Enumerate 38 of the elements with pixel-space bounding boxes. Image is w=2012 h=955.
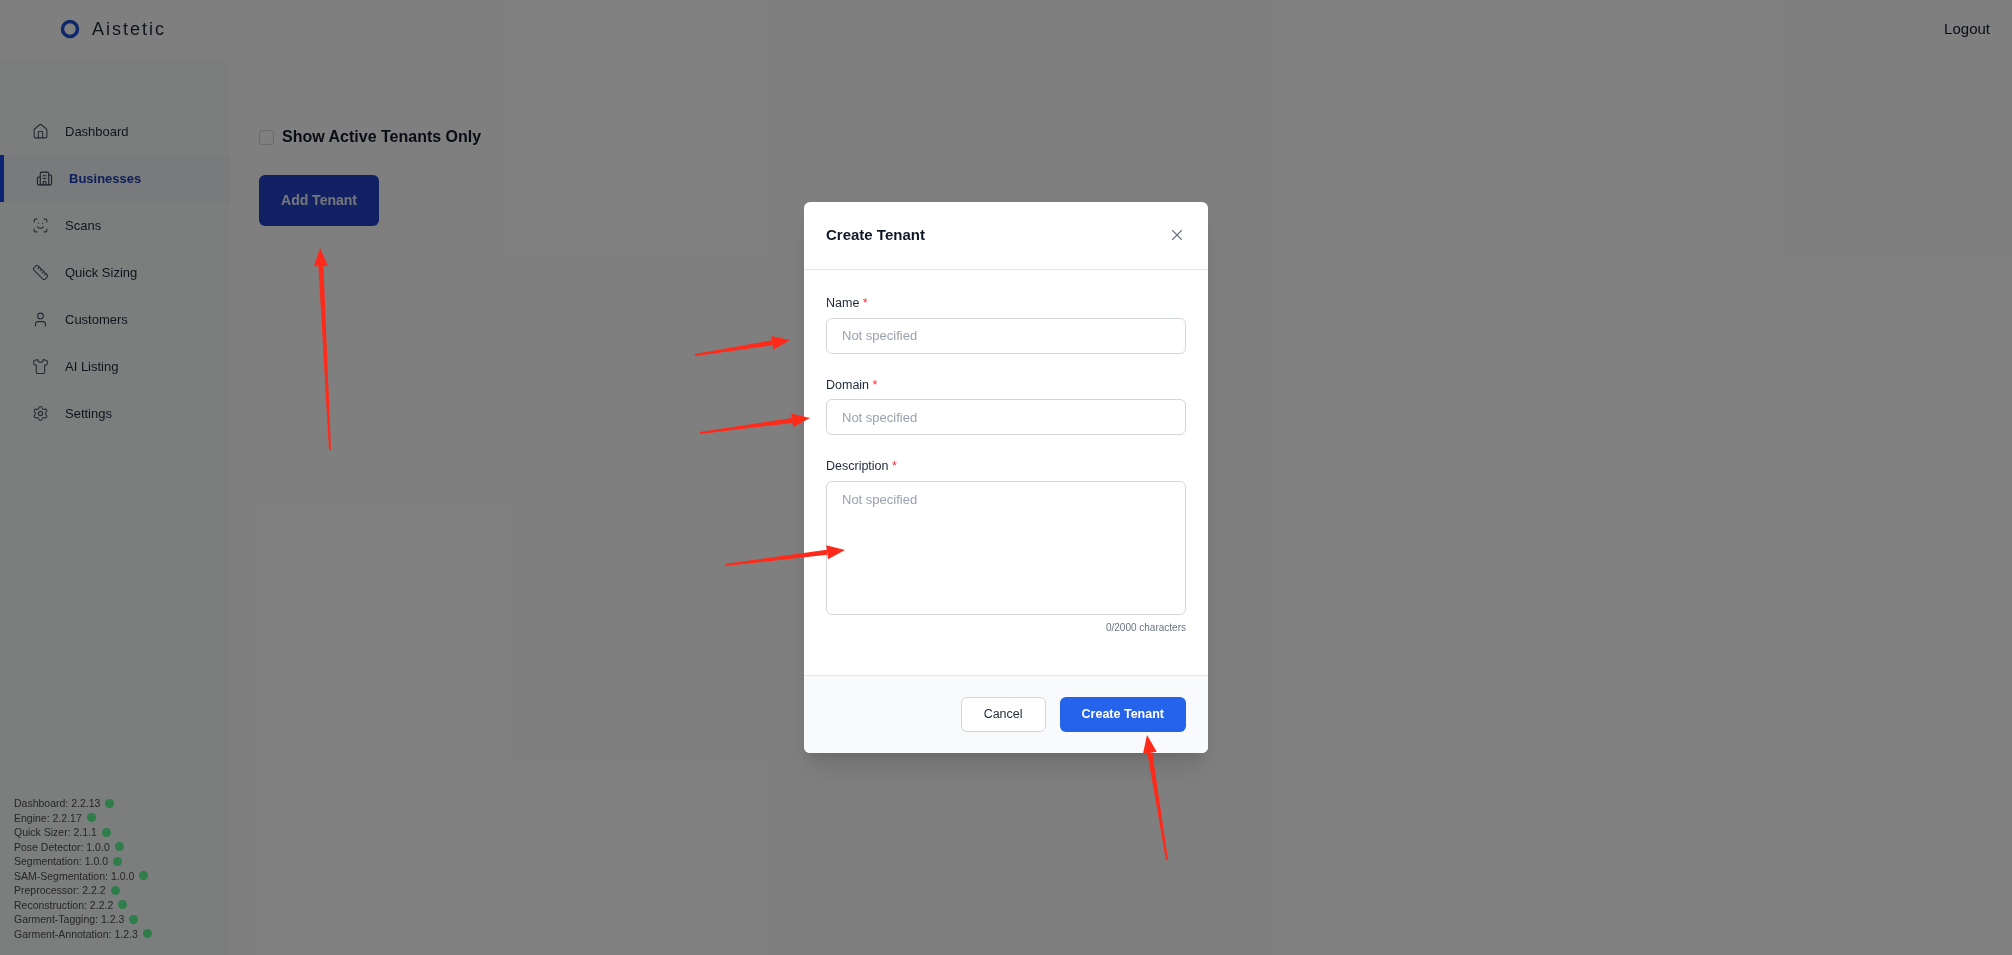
description-field[interactable]: Not specified (826, 481, 1186, 616)
version-text: Garment-Tagging: 1.2.3 (14, 914, 125, 925)
version-text: Reconstruction: 2.2.2 (14, 899, 114, 910)
version-text: Pose Detector: 1.0.0 (14, 841, 110, 852)
sidebar-item[interactable]: Settings (0, 390, 230, 437)
text-field[interactable]: Not specified (826, 317, 1186, 354)
cancel-button[interactable]: Cancel (960, 697, 1046, 733)
version-text: Garment-Annotation: 1.2.3 (14, 928, 138, 939)
ruler-icon (32, 264, 49, 281)
shirt-icon (32, 358, 49, 375)
sidebar-item[interactable]: Scans (0, 202, 230, 249)
house-icon (32, 123, 49, 140)
field-label: Description * (826, 458, 898, 476)
version-text: Dashboard: 2.2.13 (14, 798, 101, 809)
field-label: Domain * (826, 376, 879, 394)
version-text: Segmentation: 1.0.0 (14, 856, 108, 867)
sidebar-item[interactable]: AI Listing (0, 343, 230, 390)
create-tenant-button[interactable]: Create Tenant (1059, 697, 1186, 733)
filter-label: Show Active Tenants Only (282, 127, 482, 147)
character-counter: 0/2000 characters (1105, 621, 1186, 636)
settings-icon (32, 405, 49, 422)
version-text: Preprocessor: 2.2.2 (14, 885, 106, 896)
sidebar-item[interactable]: Customers (0, 296, 230, 343)
logo-text: Aistetic (92, 17, 167, 41)
version-text: Engine: 2.2.17 (14, 812, 82, 823)
sidebar-item[interactable]: Quick Sizing (0, 249, 230, 296)
add-tenant-button[interactable]: Add Tenant (259, 175, 379, 226)
dialog-title: Create Tenant (826, 225, 925, 246)
building-icon (36, 170, 53, 187)
logo-icon (60, 19, 80, 39)
person-icon (32, 311, 49, 328)
text-field[interactable]: Not specified (826, 399, 1186, 436)
sidebar-item[interactable]: Dashboard (0, 108, 230, 155)
version-text: Quick Sizer: 2.1.1 (14, 827, 97, 838)
version-text: SAM-Segmentation: 1.0.0 (14, 870, 135, 881)
field-label: Name * (826, 294, 869, 312)
logout-link[interactable]: Logout (1944, 17, 1990, 41)
scan-icon (32, 217, 49, 234)
